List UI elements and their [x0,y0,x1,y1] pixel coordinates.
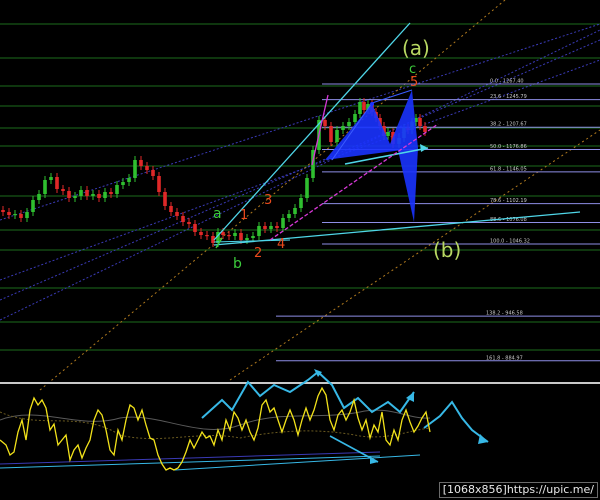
watermark-label: [1068x856]https://upic.me/ [438,482,598,498]
candle-body [323,120,327,126]
candle-body [269,226,273,229]
candle-body [49,177,53,180]
fib-level-label-161.8: 161.8 - 884.97 [486,355,523,361]
candle-body [305,178,309,198]
candle-body [299,198,303,208]
chart-canvas: 0.0 - 1267.40 23.6 - 1245.79 38.2 - 1207.6… [0,0,600,500]
candle-body [19,214,23,218]
fib-level-label-23.6: 23.6 - 1245.79 [490,94,527,100]
candle-body [139,160,143,166]
wave-label-b-paren: (b) [433,238,461,262]
wave-label-b: b [233,256,242,272]
candle-body [239,233,243,240]
candle-body [151,170,155,176]
candle-body [127,178,131,182]
candle-body [115,185,119,194]
candle-body [79,190,83,196]
candle-body [103,192,107,198]
candle-body [287,214,291,218]
candle-body [362,102,366,110]
wave-label-a: a [213,206,222,222]
candle-body [293,208,297,214]
candle-body [13,214,17,216]
candle-body [251,236,255,238]
candle-body [193,224,197,232]
candle-body [133,160,137,178]
candle-body [205,235,209,237]
candle-body [187,222,191,224]
candle-body [233,233,237,236]
candle-body [329,126,333,142]
wave-label-3: 3 [264,193,272,208]
fib-level-label-38.2: 38.2 - 1207.67 [490,122,527,128]
candle-body [157,176,161,192]
candle-body [73,196,77,198]
fib-level-label-61.8: 61.8 - 1146.05 [490,166,527,172]
candle-body [145,166,149,170]
candle-body [263,226,267,229]
candle-body [55,177,59,189]
candle-body [257,226,261,236]
candle-body [175,212,179,216]
candle-body [31,200,35,212]
wave-label-a-paren: (a) [402,36,430,60]
candle-body [423,126,427,132]
candle-body [275,226,279,228]
candle-body [418,118,422,126]
candle-body [245,238,249,240]
candle-body [199,232,203,235]
wave-label-5: 5 [410,75,418,90]
candle-body [91,194,95,196]
candle-body [386,132,390,136]
candle-body [353,114,357,122]
candle-body [181,216,185,222]
candle-body [335,130,339,142]
candle-body [358,102,362,114]
candle-body [61,189,65,191]
candle-body [97,194,101,198]
candle-body [1,210,5,212]
candle-body [163,192,167,206]
wave-label-4: 4 [277,237,285,252]
fib-level-label-100.0: 100.0 - 1046.32 [490,239,530,245]
candle-body [43,180,47,194]
candle-body [227,235,231,237]
candle-body [85,190,89,196]
candle-body [169,206,173,212]
wave-label-1: 1 [240,208,248,223]
fib-level-label-138.2: 138.2 - 946.58 [486,311,523,317]
candle-body [121,182,125,185]
fib-level-label-50.0: 50.0 - 1176.86 [490,144,527,150]
fib-level-label-78.6: 78.6 - 1102.19 [490,198,527,204]
candle-body [37,194,41,200]
candle-body [341,126,345,130]
candle-body [25,212,29,218]
pattern-point [370,102,374,106]
candle-body [221,232,225,235]
candle-body [67,191,71,198]
candle-body [281,218,285,228]
wave-label-2: 2 [254,246,262,261]
candle-body [347,122,351,126]
fib-level-label-0.0: 0.0 - 1267.40 [490,79,524,85]
candle-body [7,212,11,215]
candle-body [109,192,113,194]
